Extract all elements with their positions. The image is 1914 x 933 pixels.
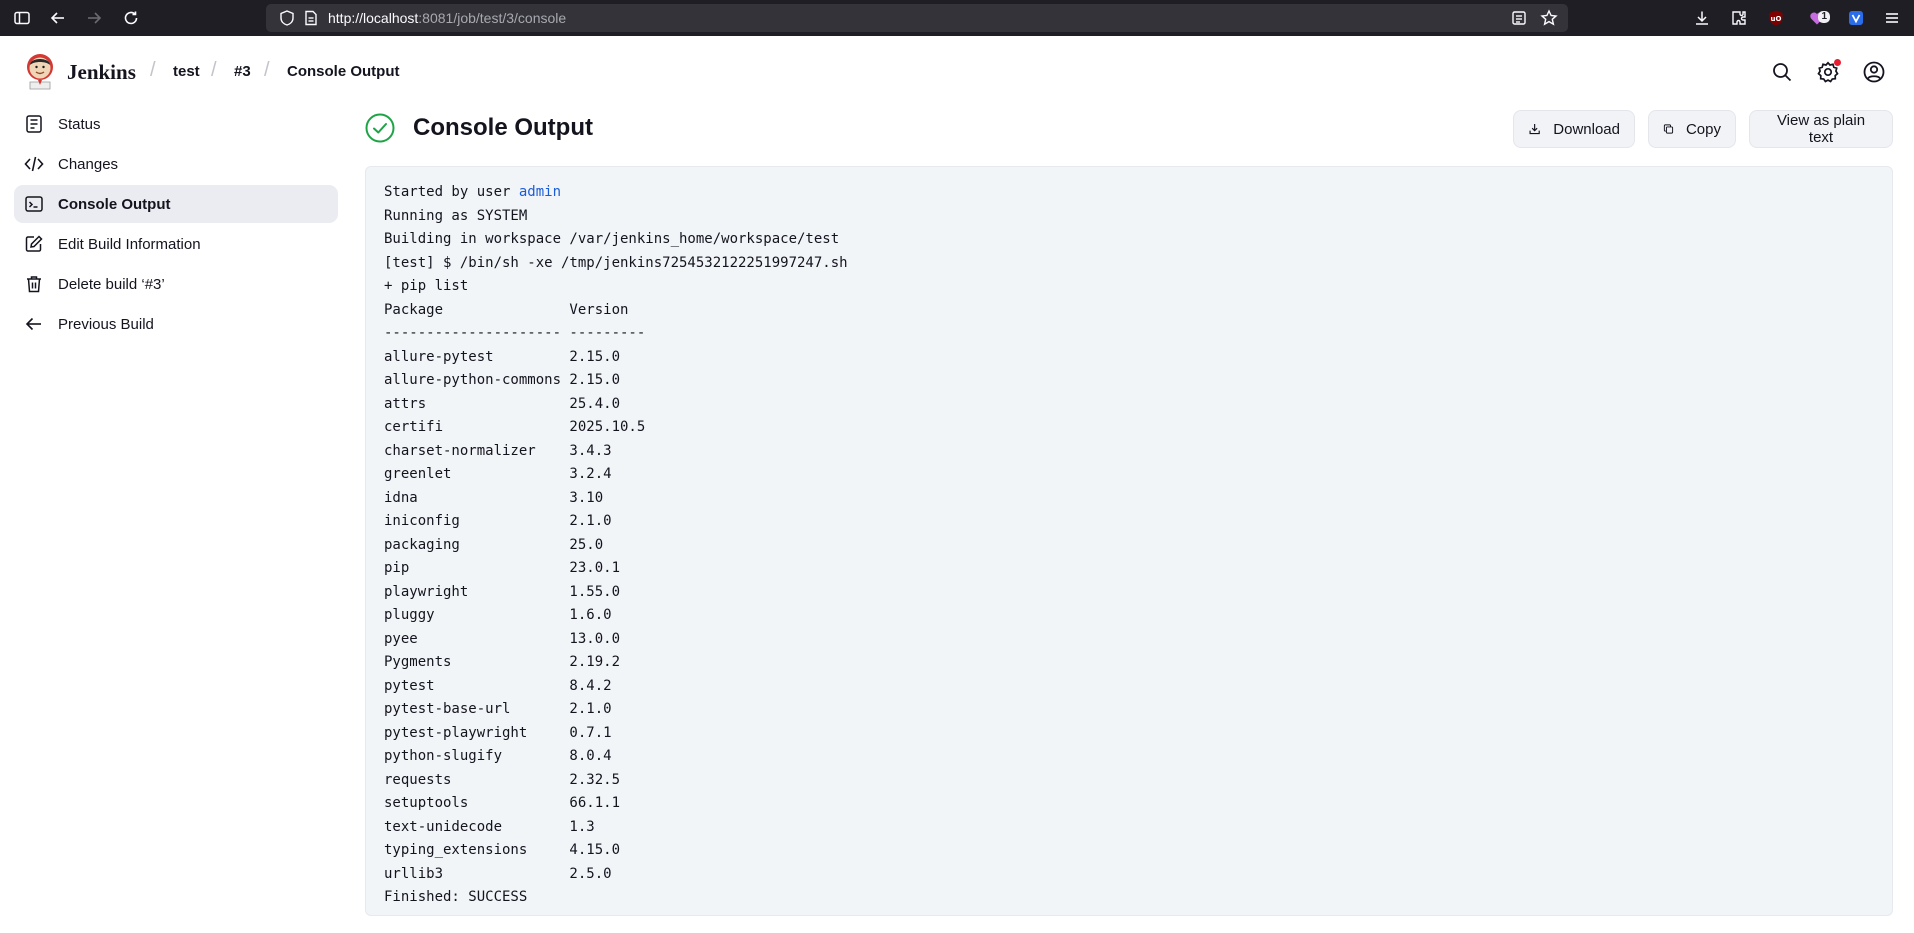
sidebar-item-changes[interactable]: Changes — [14, 145, 338, 183]
trash-icon — [24, 274, 44, 294]
sidebar-item-label: Changes — [58, 156, 118, 173]
console-line: allure-python-commons 2.15.0 — [384, 369, 1874, 393]
console-started-by: Started by user — [384, 184, 519, 200]
console-line: allure-pytest 2.15.0 — [384, 346, 1874, 370]
console-line: [test] $ /bin/sh -xe /tmp/jenkins7254532… — [384, 252, 1874, 276]
console-line: + pip list — [384, 275, 1874, 299]
console-line: pytest 8.4.2 — [384, 675, 1874, 699]
download-icon — [1528, 121, 1541, 137]
jenkins-logo-icon[interactable] — [24, 52, 56, 90]
download-button-label: Download — [1553, 121, 1620, 138]
console-line: charset-normalizer 3.4.3 — [384, 440, 1874, 464]
breadcrumb-separator: / — [150, 59, 156, 82]
console-line: pyee 13.0.0 — [384, 628, 1874, 652]
jenkins-header: Jenkins / test / #3 / Console Output — [0, 36, 1914, 108]
forward-icon[interactable] — [84, 8, 104, 28]
app-menu-icon[interactable] — [1882, 8, 1902, 28]
sidebar-item-label: Status — [58, 116, 101, 133]
console-line: --------------------- --------- — [384, 322, 1874, 346]
console-line — [384, 910, 1874, 933]
browser-toolbar: http://localhost:8081/job/test/3/console… — [0, 0, 1914, 36]
user-account-icon[interactable] — [1862, 60, 1886, 84]
copy-button-label: Copy — [1686, 121, 1721, 138]
sidebar-toggle-icon[interactable] — [12, 8, 32, 28]
console-line: python-slugify 8.0.4 — [384, 745, 1874, 769]
console-line: packaging 25.0 — [384, 534, 1874, 558]
console-line: Running as SYSTEM — [384, 205, 1874, 229]
copy-icon — [1663, 121, 1674, 137]
view-plain-text-label: View as plain text — [1764, 112, 1878, 146]
console-line: typing_extensions 4.15.0 — [384, 839, 1874, 863]
breadcrumb-console[interactable]: Console Output — [287, 63, 400, 80]
console-line: Started by user admin — [384, 181, 1874, 205]
url-text[interactable]: http://localhost:8081/job/test/3/console — [328, 10, 566, 26]
address-bar[interactable]: http://localhost:8081/job/test/3/console — [266, 4, 1568, 32]
console-line: Finished: SUCCESS — [384, 886, 1874, 910]
sidebar-item-label: Console Output — [58, 196, 171, 213]
reader-view-icon[interactable] — [1510, 9, 1528, 32]
console-line: idna 3.10 — [384, 487, 1874, 511]
page-title: Console Output — [413, 114, 593, 142]
console-line: certifi 2025.10.5 — [384, 416, 1874, 440]
console-line: pip 23.0.1 — [384, 557, 1874, 581]
success-check-icon — [365, 113, 395, 143]
copy-button[interactable]: Copy — [1648, 110, 1736, 148]
bookmark-star-icon[interactable] — [1540, 9, 1558, 32]
sidebar-item-label: Edit Build Information — [58, 236, 201, 253]
edit-icon — [24, 234, 44, 254]
console-line: attrs 25.4.0 — [384, 393, 1874, 417]
reload-icon[interactable] — [121, 8, 141, 28]
sidebar-item-label: Previous Build — [58, 316, 154, 333]
console-line: playwright 1.55.0 — [384, 581, 1874, 605]
console-line: greenlet 3.2.4 — [384, 463, 1874, 487]
extensions-icon[interactable] — [1729, 8, 1749, 28]
ublock-origin-icon[interactable]: uO — [1766, 8, 1786, 28]
console-line: text-unidecode 1.3 — [384, 816, 1874, 840]
arrow-left-icon — [24, 314, 44, 334]
breadcrumb-separator: / — [264, 59, 270, 82]
console-output: Started by user admin Running as SYSTEM … — [365, 166, 1893, 916]
status-icon — [24, 114, 44, 134]
search-icon[interactable] — [1770, 60, 1794, 84]
sidebar-item-console-output[interactable]: Console Output — [14, 185, 338, 223]
manage-gear-icon[interactable] — [1816, 60, 1840, 84]
jenkins-brand[interactable]: Jenkins — [67, 60, 136, 85]
console-line: Package Version — [384, 299, 1874, 323]
page-info-icon[interactable] — [302, 9, 320, 32]
console-line: Pygments 2.19.2 — [384, 651, 1874, 675]
notification-dot — [1834, 59, 1841, 66]
terminal-icon — [24, 194, 44, 214]
user-admin-link[interactable]: admin — [519, 184, 561, 200]
console-line: pytest-playwright 0.7.1 — [384, 722, 1874, 746]
sidebar-item-status[interactable]: Status — [14, 105, 338, 143]
console-line: Building in workspace /var/jenkins_home/… — [384, 228, 1874, 252]
extension-heart-icon[interactable]: 1 — [1807, 8, 1827, 28]
downloads-icon[interactable] — [1692, 8, 1712, 28]
console-line: urllib3 2.5.0 — [384, 863, 1874, 887]
download-button[interactable]: Download — [1513, 110, 1635, 148]
console-line: requests 2.32.5 — [384, 769, 1874, 793]
console-line: pytest-base-url 2.1.0 — [384, 698, 1874, 722]
console-line: pluggy 1.6.0 — [384, 604, 1874, 628]
extension-badge: 1 — [1818, 11, 1830, 23]
breadcrumb-separator: / — [211, 59, 217, 82]
url-path: :8081/job/test/3/console — [418, 10, 566, 26]
back-icon[interactable] — [48, 8, 68, 28]
breadcrumb-job[interactable]: test — [173, 63, 200, 80]
sidebar-item-edit-build-information[interactable]: Edit Build Information — [14, 225, 338, 263]
shield-icon[interactable] — [278, 9, 296, 32]
view-plain-text-button[interactable]: View as plain text — [1749, 110, 1893, 148]
sidebar: Status Changes Console Output Edit Build… — [14, 105, 338, 345]
code-icon — [24, 154, 44, 174]
sidebar-item-previous-build[interactable]: Previous Build — [14, 305, 338, 343]
svg-text:uO: uO — [1771, 15, 1782, 23]
console-line: setuptools 66.1.1 — [384, 792, 1874, 816]
url-host: http://localhost — [328, 10, 418, 26]
sidebar-item-label: Delete build ‘#3’ — [58, 276, 165, 293]
breadcrumb-build[interactable]: #3 — [234, 63, 251, 80]
extension-v-icon[interactable] — [1846, 8, 1866, 28]
sidebar-item-delete-build[interactable]: Delete build ‘#3’ — [14, 265, 338, 303]
console-line: iniconfig 2.1.0 — [384, 510, 1874, 534]
